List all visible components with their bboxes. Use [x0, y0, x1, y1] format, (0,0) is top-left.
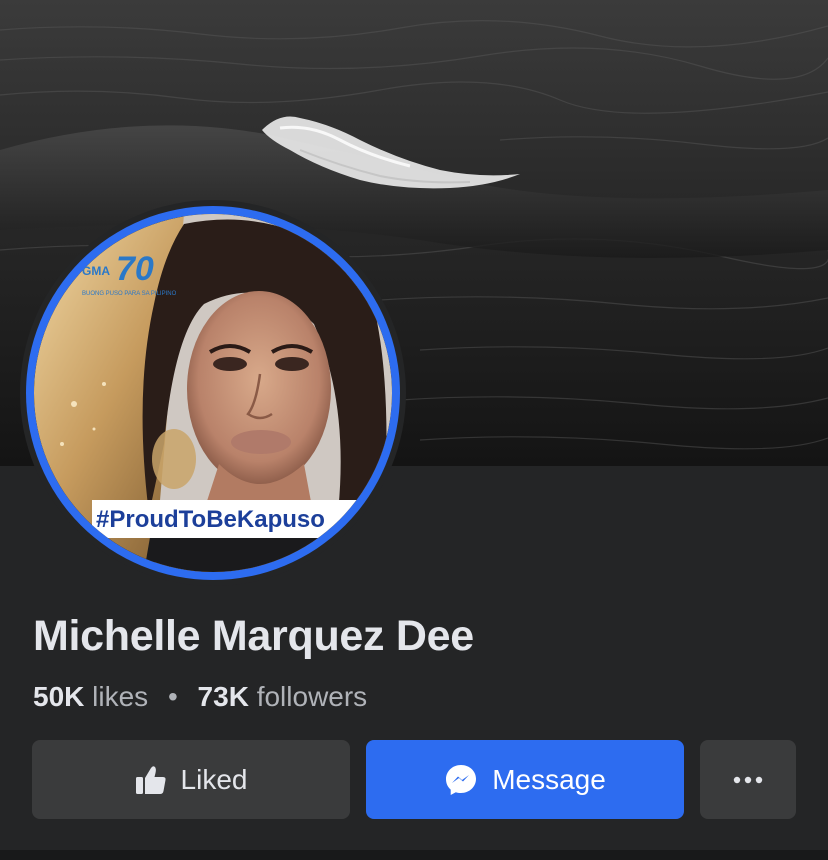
likes-label: likes: [92, 681, 149, 712]
thumbs-up-icon: [135, 765, 167, 795]
hashtag-text: #ProudToBeKapuso: [96, 506, 325, 533]
logo-tagline-text: BUONG PUSO PARA SA PILIPINO: [82, 291, 177, 297]
more-options-button[interactable]: [700, 740, 796, 819]
followers-label[interactable]: followers: [257, 681, 367, 712]
page-title: Michelle Marquez Dee: [33, 612, 474, 660]
profile-picture[interactable]: GMA 70 BUONG PUSO PARA SA PILIPINO #Prou…: [34, 214, 392, 572]
liked-button-label: Liked: [180, 763, 248, 795]
likes-count: 50K: [33, 681, 85, 712]
followers-count[interactable]: 73K: [198, 681, 249, 712]
message-button[interactable]: Message: [366, 740, 684, 819]
page-stats: 50K likes • 73K followers: [33, 681, 367, 713]
liked-button[interactable]: Liked: [32, 740, 350, 819]
logo-number-text: 70: [116, 250, 154, 288]
logo-brand-text: GMA: [82, 264, 110, 278]
stats-separator: •: [167, 681, 178, 712]
messenger-icon: [444, 763, 478, 797]
more-horizontal-icon: [733, 776, 763, 784]
section-divider: [0, 850, 828, 860]
message-button-label: Message: [492, 763, 606, 795]
page-header: GMA 70 BUONG PUSO PARA SA PILIPINO #Prou…: [0, 0, 828, 860]
